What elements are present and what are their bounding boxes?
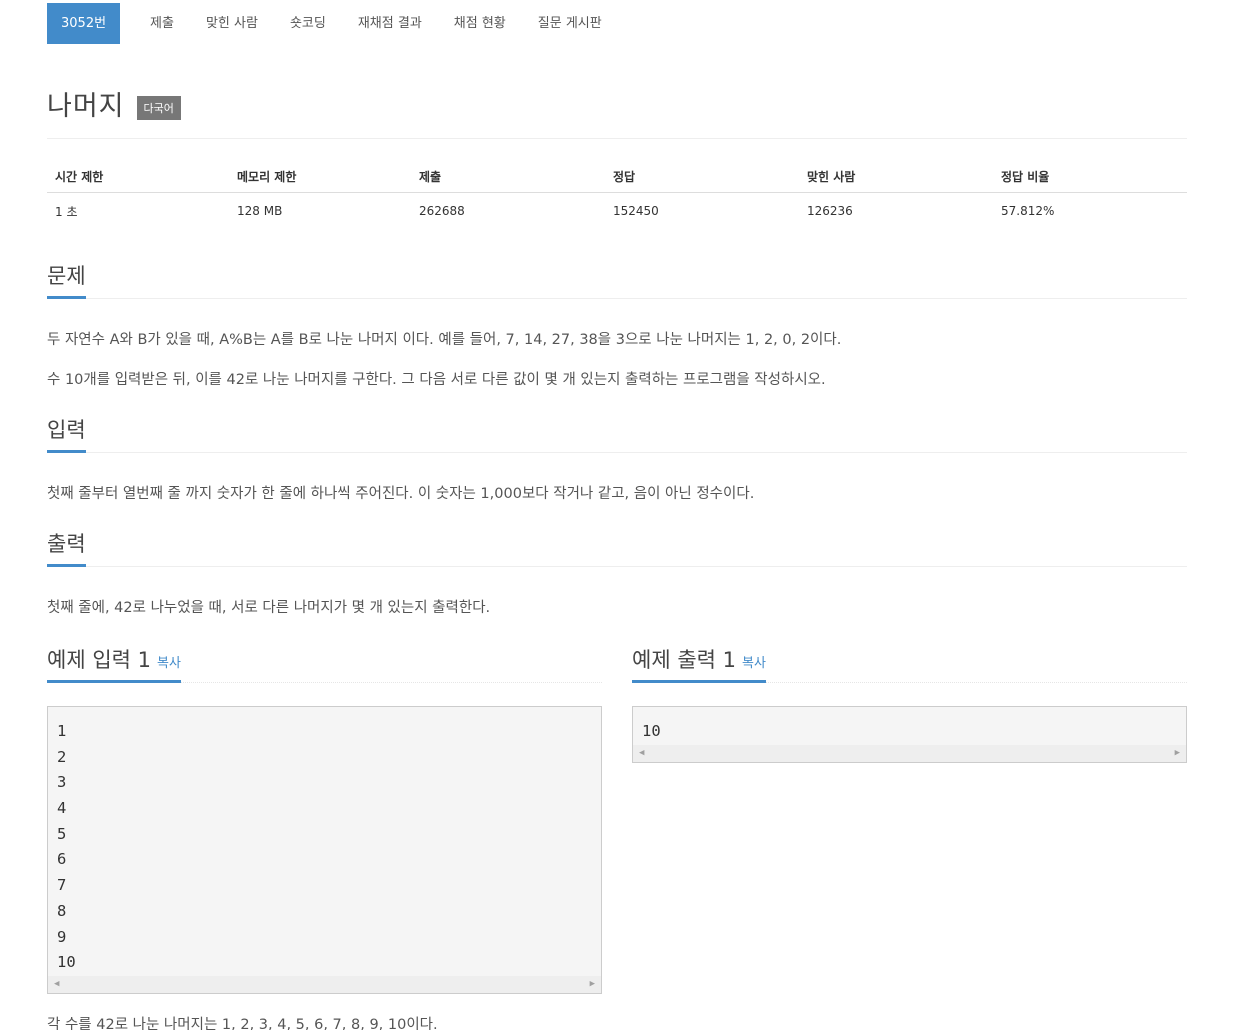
sample-input-line: 8 xyxy=(57,901,67,920)
stats-value-row: 1 초 128 MB 262688 152450 126236 57.812% xyxy=(47,193,1187,229)
copy-sample-output-button[interactable]: 복사 xyxy=(742,656,766,671)
sample-input-title: 예제 입력 1 xyxy=(47,648,151,672)
sample-output-lines: 10 xyxy=(633,707,1186,745)
tab-submit[interactable]: 제출 xyxy=(134,3,190,44)
stats-value-cell: 152450 xyxy=(613,204,659,218)
output-description: 첫째 줄에, 42로 나누었을 때, 서로 다른 나머지가 몇 개 있는지 출력… xyxy=(47,600,491,616)
output-heading: 출력 xyxy=(47,528,86,567)
sample-input-line: 9 xyxy=(57,927,67,946)
sample-input-line: 5 xyxy=(57,824,67,843)
stats-header-cell: 정답 비율 xyxy=(1001,169,1050,184)
input-description: 첫째 줄부터 열번째 줄 까지 숫자가 한 줄에 하나씩 주어진다. 이 숫자는… xyxy=(47,486,755,502)
sample-input-scrollbar[interactable]: ◀ ▶ xyxy=(48,975,601,993)
sample-input-box[interactable]: 1 2 3 4 5 6 7 8 9 10 ◀ ▶ xyxy=(47,706,602,994)
stats-value-cell: 1 초 xyxy=(55,204,78,219)
problem-nav: 3052번 제출 맞힌 사람 숏코딩 재채점 결과 채점 현황 질문 게시판 xyxy=(47,3,618,44)
description-section-header: 문제 xyxy=(47,260,1187,299)
title-divider xyxy=(47,138,1187,139)
sample-input-line: 3 xyxy=(57,773,67,792)
sample-input-line: 1 xyxy=(57,722,67,740)
sample-input-line: 10 xyxy=(57,953,76,972)
output-section-header: 출력 xyxy=(47,528,1187,567)
description-heading: 문제 xyxy=(47,260,86,299)
sample-input-lines: 1 2 3 4 5 6 7 8 9 10 xyxy=(48,707,601,976)
tab-judge-status[interactable]: 채점 현황 xyxy=(438,3,522,44)
problem-title-row: 나머지 다국어 xyxy=(47,84,181,123)
sample-input-line: 4 xyxy=(57,799,67,818)
tab-solved-users[interactable]: 맞힌 사람 xyxy=(190,3,274,44)
stats-header-cell: 정답 xyxy=(613,169,636,184)
stats-header-cell: 맞힌 사람 xyxy=(807,169,856,184)
sample-input-line: 2 xyxy=(57,747,67,766)
copy-sample-input-button[interactable]: 복사 xyxy=(157,656,181,671)
sample-input-line: 6 xyxy=(57,850,67,869)
language-badge: 다국어 xyxy=(136,95,181,120)
stats-header-row: 시간 제한 메모리 제한 제출 정답 맞힌 사람 정답 비율 xyxy=(47,160,1187,193)
stats-value-cell: 57.812% xyxy=(1001,204,1055,218)
sample-explanation: 각 수를 42로 나눈 나머지는 1, 2, 3, 4, 5, 6, 7, 8,… xyxy=(47,1017,438,1030)
sample-input-header: 예제 입력 1 복사 xyxy=(47,644,602,683)
stats-value-cell: 126236 xyxy=(807,204,853,218)
scroll-left-arrow-icon[interactable]: ◀ xyxy=(639,748,644,758)
problem-title: 나머지 xyxy=(47,91,125,122)
input-heading: 입력 xyxy=(47,414,86,453)
stats-header-cell: 메모리 제한 xyxy=(237,169,297,184)
sample-output-scrollbar[interactable]: ◀ ▶ xyxy=(633,744,1186,762)
scroll-left-arrow-icon[interactable]: ◀ xyxy=(54,979,59,989)
sample-output-title: 예제 출력 1 xyxy=(632,648,736,672)
stats-value-cell: 262688 xyxy=(419,204,465,218)
stats-header-cell: 시간 제한 xyxy=(55,169,104,184)
stats-header-cell: 제출 xyxy=(419,169,442,184)
sample-output-heading: 예제 출력 1 복사 xyxy=(632,644,766,683)
tab-question-board[interactable]: 질문 게시판 xyxy=(522,3,618,44)
tab-short-coding[interactable]: 숏코딩 xyxy=(274,3,342,44)
sample-output-line: 10 xyxy=(642,722,661,740)
scroll-right-arrow-icon[interactable]: ▶ xyxy=(590,979,595,989)
description-paragraph: 수 10개를 입력받은 뒤, 이를 42로 나눈 나머지를 구한다. 그 다음 … xyxy=(47,372,826,388)
sample-output-box[interactable]: 10 ◀ ▶ xyxy=(632,706,1187,763)
tab-problem-number[interactable]: 3052번 xyxy=(47,3,121,44)
scroll-right-arrow-icon[interactable]: ▶ xyxy=(1175,748,1180,758)
problem-stats-table: 시간 제한 메모리 제한 제출 정답 맞힌 사람 정답 비율 1 초 128 M… xyxy=(47,160,1187,229)
input-section-header: 입력 xyxy=(47,414,1187,453)
stats-value-cell: 128 MB xyxy=(237,204,283,218)
tab-rejudge-results[interactable]: 재채점 결과 xyxy=(342,3,438,44)
sample-output-header: 예제 출력 1 복사 xyxy=(632,644,1187,683)
description-paragraph: 두 자연수 A와 B가 있을 때, A%B는 A를 B로 나눈 나머지 이다. … xyxy=(47,332,842,348)
sample-input-line: 7 xyxy=(57,876,67,895)
sample-input-heading: 예제 입력 1 복사 xyxy=(47,644,181,683)
